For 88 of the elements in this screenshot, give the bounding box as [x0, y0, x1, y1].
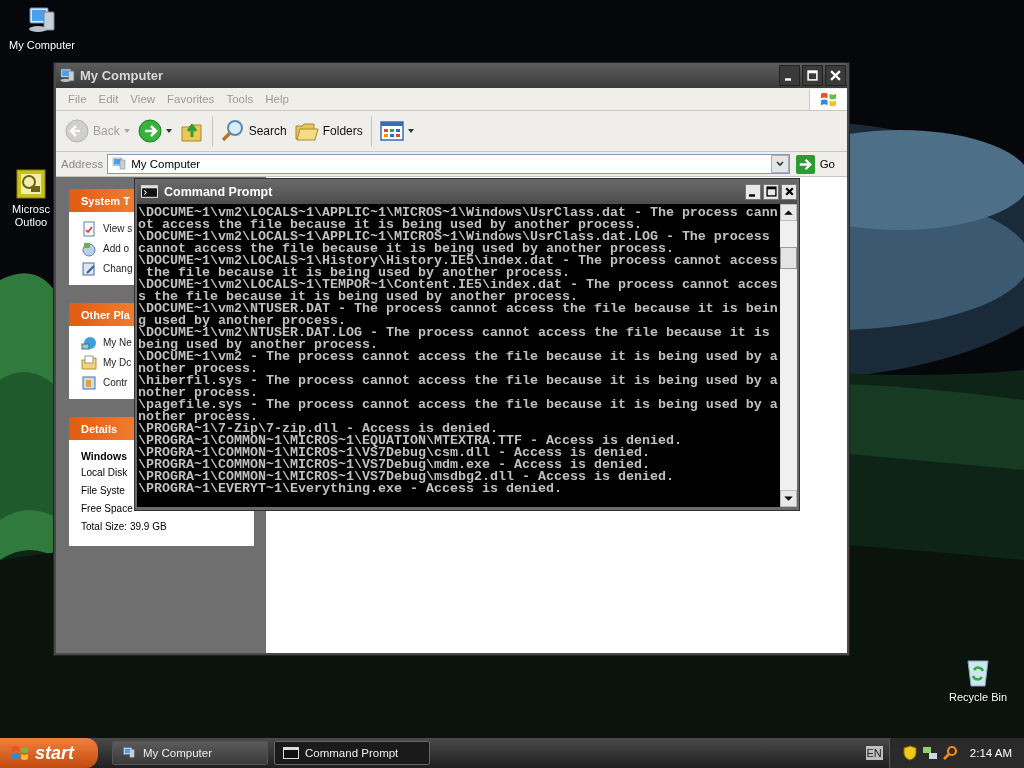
- close-icon: [830, 70, 841, 81]
- taskbar-button[interactable]: Command Prompt: [274, 741, 430, 765]
- address-label: Address: [61, 158, 104, 170]
- go-button[interactable]: Go: [793, 154, 841, 174]
- console-line: \DOCUME~1\vm2\NTUSER.DAT - The process cannot access the file because it is bein: [138, 303, 779, 315]
- start-button[interactable]: start: [0, 738, 98, 768]
- task-link[interactable]: Chang: [103, 263, 133, 274]
- minimize-icon: [785, 78, 791, 81]
- icon-label[interactable]: Recycle Bin: [948, 691, 1008, 704]
- minimize-button[interactable]: [745, 183, 761, 200]
- network-globe-icon: [81, 334, 97, 351]
- clock[interactable]: 2:14 AM: [969, 747, 1012, 759]
- windows-flag-logo: [809, 88, 847, 110]
- maximize-icon: [765, 186, 777, 197]
- console-line: \DOCUME~1\vm2\LOCALS~1\APPLIC~1\MICROS~1\Windows\UsrClass.dat.LOG - The process: [138, 231, 771, 243]
- document-check-icon: [81, 220, 97, 237]
- console-icon: [141, 185, 158, 198]
- console-line: \PROGRA~1\COMMON~1\MICROS~1\VS7Debug\mdm.exe - Access is denied.: [138, 459, 650, 471]
- install-disc-icon: [81, 240, 97, 257]
- computer-icon: [121, 746, 137, 760]
- windows-flag-logo: [10, 743, 30, 763]
- details-text: Total Size: 39.9 GB: [81, 520, 168, 534]
- console-line: \DOCUME~1\vm2 - The process cannot access the file because it is being used by a: [138, 351, 779, 363]
- console-line: \PROGRA~1\COMMON~1\MICROS~1\VS7Debug\csm.dll - Access is denied.: [138, 447, 651, 459]
- close-icon: [783, 186, 795, 197]
- icon-label[interactable]: Microsc: [12, 203, 50, 216]
- scroll-down-icon[interactable]: [780, 490, 797, 507]
- chevron-down-icon: [775, 161, 784, 167]
- console-line: nother process.: [138, 363, 259, 375]
- caret-icon: [165, 129, 172, 133]
- console-icon: [283, 746, 299, 760]
- task-link[interactable]: Contr: [103, 377, 128, 388]
- task-link[interactable]: My Dc: [103, 357, 132, 368]
- console-line: s the file because it is being used by another process.: [138, 291, 578, 303]
- computer-icon: [111, 156, 128, 172]
- edit-panel-icon: [81, 260, 97, 277]
- console-line: \PROGRA~1\COMMON~1\MICROS~1\VS7Debug\msdbg2.dll - Access is denied.: [138, 471, 675, 483]
- scroll-thumb[interactable]: [780, 247, 797, 269]
- caret-icon: [407, 129, 414, 133]
- console-line: \hiberfil.sys - The process cannot access the file because it is being used by a: [138, 375, 779, 387]
- scroll-up-icon[interactable]: [780, 204, 797, 221]
- console-line: ot access the file because it is being used by another process.: [138, 219, 642, 231]
- console-line: \DOCUME~1\vm2\NTUSER.DAT.LOG - The process cannot access the file because it is: [138, 327, 771, 339]
- dropdown-button[interactable]: [770, 155, 789, 173]
- documents-folder-icon: [81, 354, 97, 371]
- language-indicator[interactable]: EN: [865, 746, 883, 760]
- window-title: Command Prompt: [164, 184, 273, 199]
- maximize-button[interactable]: [802, 65, 823, 86]
- task-link[interactable]: My Ne: [103, 337, 132, 348]
- search-button[interactable]: Search: [217, 117, 290, 145]
- address-field[interactable]: My Computer: [107, 154, 790, 174]
- console-line: the file because it is being used by another process.: [146, 267, 571, 279]
- shield-icon[interactable]: [901, 745, 918, 761]
- console-line: nother process.: [138, 387, 259, 399]
- console-line: cannot access the file because it is being used by another process.: [138, 243, 674, 255]
- close-button[interactable]: [825, 65, 846, 86]
- caret-icon: [123, 129, 130, 133]
- console-line: \PROGRA~1\COMMON~1\MICROS~1\EQUATION\MTEXTRA.TTF - Access is denied.: [138, 435, 683, 447]
- taskbar-button[interactable]: My Computer: [112, 741, 268, 765]
- console-line: \DOCUME~1\vm2\LOCALS~1\TEMPOR~1\Content.IE5\index.dat - The process cannot acces: [138, 279, 779, 291]
- views-grid-icon: [379, 119, 404, 143]
- network-icon[interactable]: [921, 745, 938, 761]
- console-line: \DOCUME~1\vm2\LOCALS~1\APPLIC~1\MICROS~1\Windows\UsrClass.dat - The process cann: [138, 207, 779, 219]
- console-line: \pagefile.sys - The process cannot access the file because it is being used by a: [138, 399, 779, 411]
- task-link[interactable]: View s: [103, 223, 133, 234]
- search-icon: [220, 119, 245, 143]
- icon-label[interactable]: My Computer: [9, 39, 75, 52]
- maximize-icon: [807, 70, 818, 81]
- console-line: \PROGRA~1\7-Zip\7-zip.dll - Access is denied.: [138, 423, 498, 435]
- icon-label[interactable]: Outloo: [14, 216, 48, 229]
- computer-icon: [59, 67, 76, 84]
- maximize-button[interactable]: [763, 183, 779, 200]
- calendar-clock-icon: [15, 168, 47, 200]
- console-line: g used by another process.: [138, 315, 346, 327]
- console-line: \PROGRA~1\EVERYT~1\Everything.exe - Access is denied.: [138, 483, 563, 495]
- details-text: Free Space: [81, 502, 134, 516]
- search-icon[interactable]: [941, 745, 958, 761]
- minimize-button[interactable]: [779, 65, 800, 86]
- scrollbar[interactable]: [780, 204, 797, 507]
- control-panel-icon: [81, 374, 97, 391]
- minimize-icon: [748, 194, 755, 197]
- folders-button[interactable]: Folders: [291, 117, 366, 145]
- console-line: \DOCUME~1\vm2\LOCALS~1\History\History.IE5\index.dat - The process cannot access: [138, 255, 779, 267]
- console-line: being used by another process.: [138, 339, 378, 351]
- window-title: My Computer: [80, 68, 164, 83]
- task-link[interactable]: Add o: [103, 243, 130, 254]
- close-button[interactable]: [781, 183, 797, 200]
- console-line: nother process.: [138, 411, 258, 423]
